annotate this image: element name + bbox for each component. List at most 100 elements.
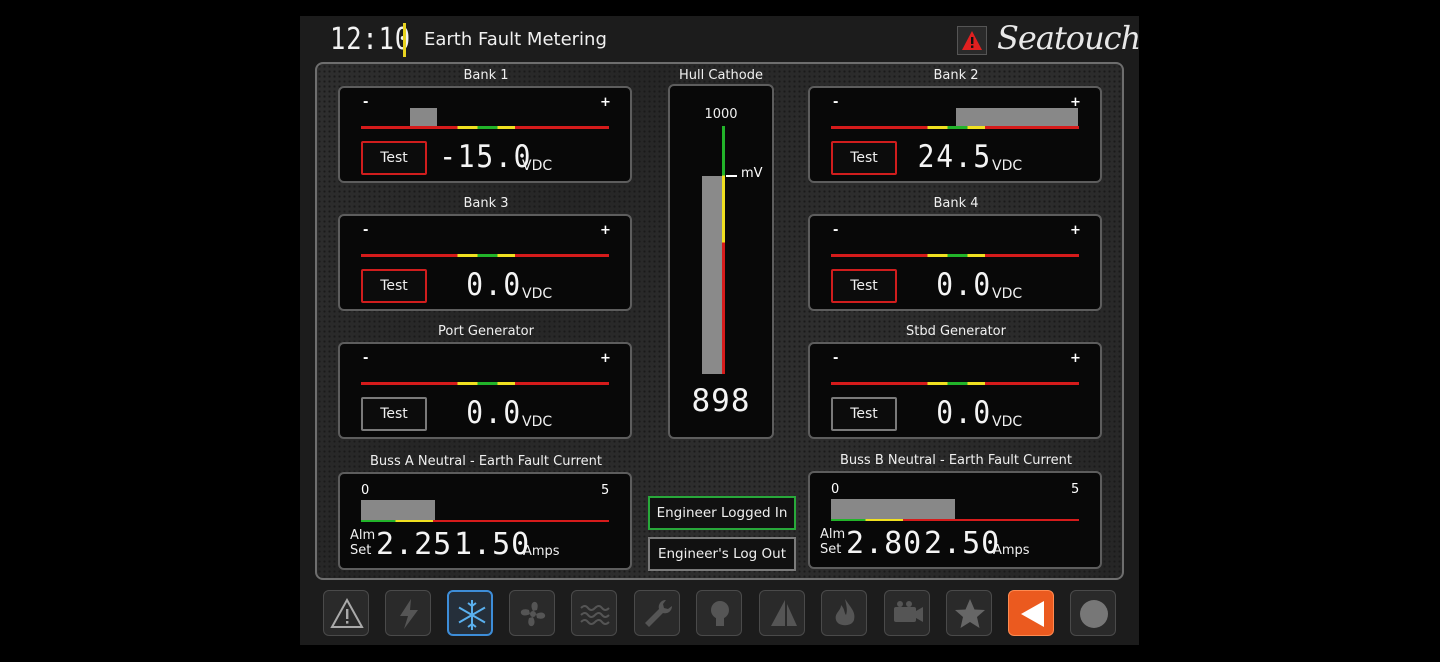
minus-label: - xyxy=(363,223,369,238)
alarm-button[interactable] xyxy=(957,26,987,55)
bank-4-scale xyxy=(831,254,1079,257)
stbd-generator-readout: 0.0 xyxy=(936,395,992,431)
nav-button-water[interactable] xyxy=(571,590,617,636)
hull-unit: mV xyxy=(741,166,763,181)
lightning-icon xyxy=(400,599,418,629)
buss-b-value: 2.50 xyxy=(924,526,1001,561)
nav-button-alarm[interactable] xyxy=(323,590,369,636)
brand-logo: Seatouch xyxy=(997,19,1139,57)
plus-label: + xyxy=(1070,223,1081,238)
plus-label: + xyxy=(1070,351,1081,366)
buss-a-set-value[interactable]: 2.25 xyxy=(376,527,451,562)
nav-button-snowflake[interactable] xyxy=(447,590,493,636)
hull-max-label: 1000 xyxy=(704,107,738,122)
stbd-generator-unit: VDC xyxy=(992,414,1023,430)
nav-button-sail[interactable] xyxy=(759,590,805,636)
bank-3-unit: VDC xyxy=(522,286,553,302)
bank-2-bar xyxy=(956,108,1079,126)
bank-1-meter: - + Test -15.0 VDC xyxy=(338,86,632,183)
engineer-logged-in-button[interactable]: Engineer Logged In xyxy=(648,496,796,530)
hull-meter: 1000 mV 898 xyxy=(668,84,774,439)
buss-a-title: Buss A Neutral - Earth Fault Current xyxy=(370,454,602,469)
alarm-icon xyxy=(330,597,364,628)
alm-label: Alm xyxy=(350,528,376,543)
engineer-log-out-button[interactable]: Engineer's Log Out xyxy=(648,537,796,571)
buss-b-unit: Amps xyxy=(993,543,1030,558)
buss-b-scale xyxy=(831,519,1079,521)
bank-3-readout: 0.0 xyxy=(466,267,522,303)
bank-3-meter: - + Test 0.0 VDC xyxy=(338,214,632,311)
nav-button-wrench[interactable] xyxy=(634,590,680,636)
water-icon xyxy=(580,605,610,625)
buss-b-title: Buss B Neutral - Earth Fault Current xyxy=(840,453,1072,468)
wrench-icon xyxy=(645,599,673,627)
flame-icon xyxy=(835,599,855,626)
port-generator-meter: - + Test 0.0 VDC xyxy=(338,342,632,439)
header-divider xyxy=(403,23,406,57)
buss-a-alm-set-label: Alm Set xyxy=(350,528,375,558)
bank-3-test-button[interactable]: Test xyxy=(361,269,427,303)
port-generator-test-button[interactable]: Test xyxy=(361,397,427,431)
stbd-generator-meter: - + Test 0.0 VDC xyxy=(808,342,1102,439)
bank-3-title: Bank 3 xyxy=(463,196,509,211)
buss-a-unit: Amps xyxy=(523,544,560,559)
nav-button-circle[interactable] xyxy=(1070,590,1116,636)
minus-label: - xyxy=(833,351,839,366)
buss-a-meter: 0 5 Alm Set 2.25 1.50 Amps xyxy=(338,472,632,570)
buss-a-min-label: 0 xyxy=(361,483,370,498)
lightbulb-icon xyxy=(711,601,729,626)
minus-label: - xyxy=(363,351,369,366)
nav-button-star[interactable] xyxy=(946,590,992,636)
nav-button-fan[interactable] xyxy=(509,590,555,636)
port-generator-scale xyxy=(361,382,609,385)
bank-2-readout: 24.5 xyxy=(917,139,992,175)
back-arrow-icon xyxy=(1021,601,1044,627)
bank-4-readout: 0.0 xyxy=(936,267,992,303)
minus-label: - xyxy=(833,223,839,238)
bank-4-title: Bank 4 xyxy=(933,196,979,211)
buss-b-meter: 0 5 Alm Set 2.80 2.50 Amps xyxy=(808,471,1102,569)
minus-label: - xyxy=(363,95,369,110)
stbd-generator-scale xyxy=(831,382,1079,385)
buss-a-bar xyxy=(361,500,435,520)
plus-label: + xyxy=(600,95,611,110)
plus-label: + xyxy=(600,223,611,238)
warning-icon xyxy=(962,31,982,50)
bank-4-test-button[interactable]: Test xyxy=(831,269,897,303)
nav-button-lightbulb[interactable] xyxy=(696,590,742,636)
port-generator-readout: 0.0 xyxy=(466,395,522,431)
nav-button-flame[interactable] xyxy=(821,590,867,636)
bank-1-bar xyxy=(410,108,437,126)
bank-1-scale xyxy=(361,126,609,129)
camera-icon xyxy=(894,601,923,622)
buss-a-max-label: 5 xyxy=(601,483,610,498)
port-generator-unit: VDC xyxy=(522,414,553,430)
bank-3-scale xyxy=(361,254,609,257)
fan-icon xyxy=(520,601,546,627)
buss-a-value: 1.50 xyxy=(454,527,531,562)
bank-4-meter: - + Test 0.0 VDC xyxy=(808,214,1102,311)
nav-button-camera[interactable] xyxy=(884,590,930,636)
app-screen: 12:10 Earth Fault Metering Seatouch Bank… xyxy=(300,16,1139,645)
hull-title: Hull Cathode xyxy=(679,68,763,83)
sail-icon xyxy=(771,600,797,626)
bank-4-unit: VDC xyxy=(992,286,1023,302)
set-label: Set xyxy=(350,543,372,558)
hull-readout: 898 xyxy=(691,383,751,419)
alm-label: Alm xyxy=(820,527,846,542)
buss-b-alm-set-label: Alm Set xyxy=(820,527,845,557)
nav-button-back-arrow[interactable] xyxy=(1008,590,1054,636)
page-title: Earth Fault Metering xyxy=(424,29,607,50)
hull-marker xyxy=(726,175,737,177)
set-label: Set xyxy=(820,542,842,557)
bank-2-test-button[interactable]: Test xyxy=(831,141,897,175)
stbd-generator-test-button[interactable]: Test xyxy=(831,397,897,431)
bank-1-test-button[interactable]: Test xyxy=(361,141,427,175)
clock: 12:10 xyxy=(330,22,412,57)
bank-2-unit: VDC xyxy=(992,158,1023,174)
nav-button-lightning[interactable] xyxy=(385,590,431,636)
star-icon xyxy=(955,599,985,628)
minus-label: - xyxy=(833,95,839,110)
port-generator-title: Port Generator xyxy=(438,324,534,339)
buss-b-set-value[interactable]: 2.80 xyxy=(846,526,921,561)
